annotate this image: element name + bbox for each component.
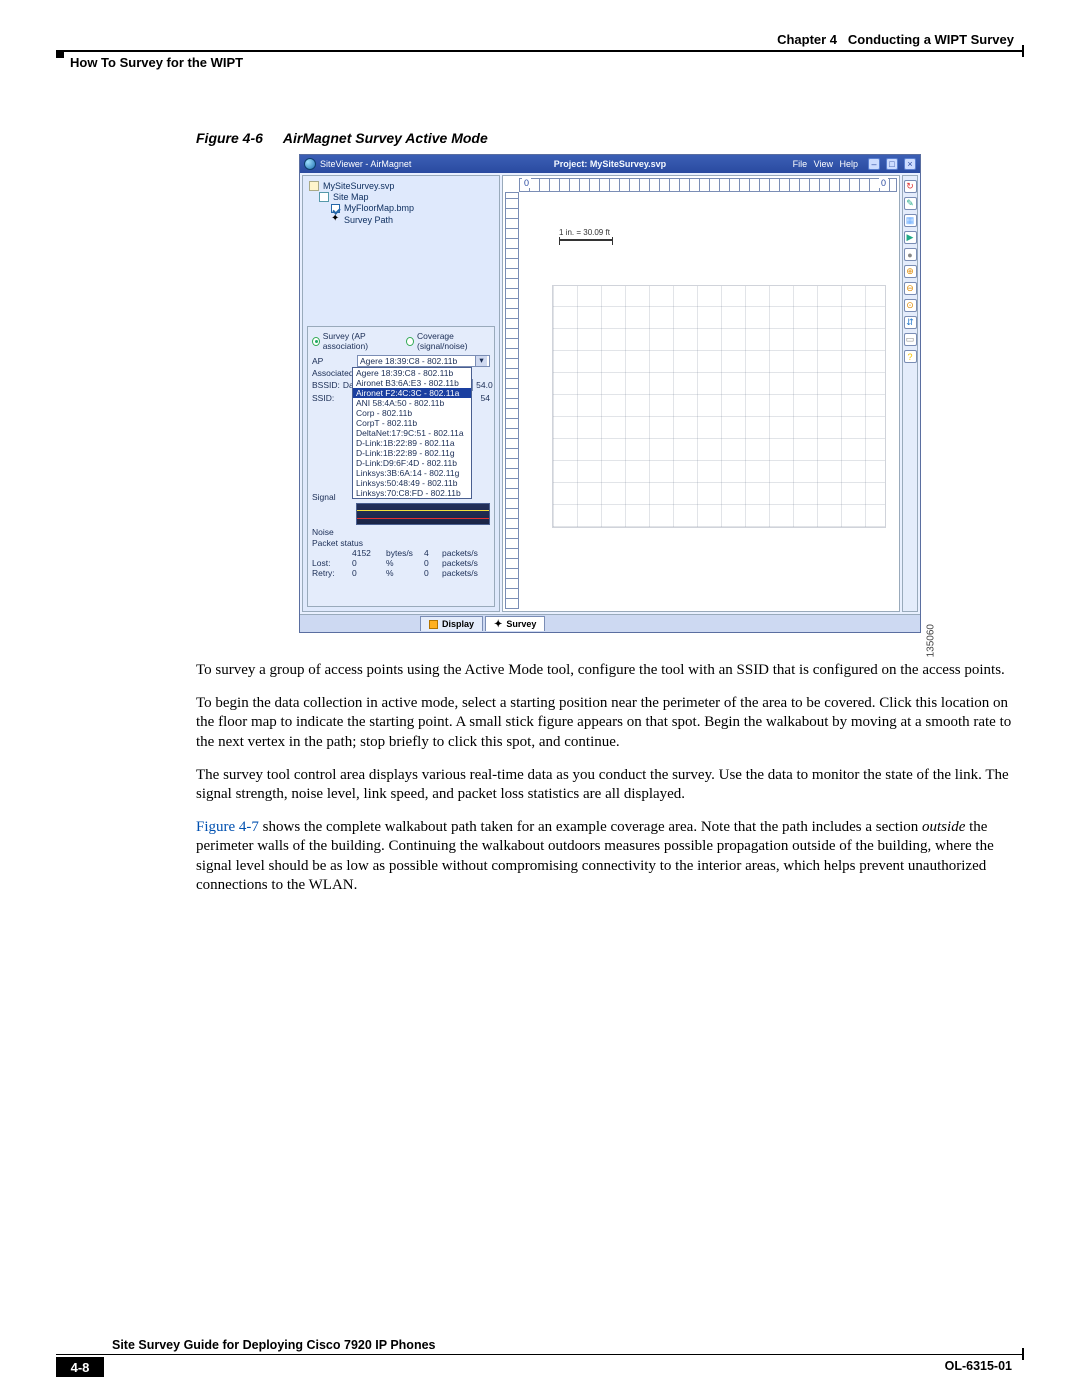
- tab-bar: Display ✦Survey: [300, 614, 920, 632]
- checked-icon: [331, 204, 340, 213]
- radio-coverage[interactable]: Coverage (signal/noise): [406, 331, 490, 351]
- dropdown-option[interactable]: D-Link:1B:22:89 - 802.11a: [353, 438, 471, 448]
- packet-stats: 4152bytes/s4packets/s Lost:0%0packets/s …: [312, 548, 490, 578]
- figure-caption: Figure 4-6AirMagnet Survey Active Mode: [196, 130, 1024, 146]
- ap-label: AP: [312, 356, 354, 366]
- dropdown-option[interactable]: Aironet B3:6A:E3 - 802.11b: [353, 378, 471, 388]
- file-icon: [309, 181, 319, 191]
- dropdown-option[interactable]: DeltaNet:17:9C:51 - 802.11a: [353, 428, 471, 438]
- footer-rule: [56, 1354, 1024, 1356]
- footer-tick: [1022, 1348, 1024, 1360]
- signal-chart: [356, 503, 490, 525]
- app-titlebar: SiteViewer - AirMagnet Project: MySiteSu…: [300, 155, 920, 173]
- paragraph-4: Figure 4-7 shows the complete walkabout …: [196, 818, 1024, 895]
- dropdown-option[interactable]: D-Link:1B:22:89 - 802.11g: [353, 448, 471, 458]
- right-toolbar: ↻ ✎ ▦ ▶ ● ⊕ ⊖ ⊙ ⇵ ▭?: [902, 175, 918, 612]
- tool-button[interactable]: ↻: [904, 180, 917, 193]
- header-marker: [56, 50, 64, 58]
- footer-docid: OL-6315-01: [945, 1359, 1012, 1373]
- survey-icon: ✦: [494, 619, 502, 630]
- tool-button[interactable]: ⊕: [904, 265, 917, 278]
- header-chapter: Chapter 4 Conducting a WIPT Survey: [777, 32, 1014, 47]
- radio-survey[interactable]: Survey (AP association): [312, 331, 396, 351]
- tool-button[interactable]: ✎: [904, 197, 917, 210]
- floor-canvas[interactable]: 0 0 1 in. = 30.09 ft: [502, 175, 900, 612]
- tool-button[interactable]: ▦: [904, 214, 917, 227]
- paragraph-1: To survey a group of access points using…: [196, 661, 1024, 680]
- tab-survey[interactable]: ✦Survey: [485, 616, 545, 631]
- close-button[interactable]: ×: [904, 158, 916, 170]
- minimize-button[interactable]: –: [868, 158, 880, 170]
- signal-label: Signal: [312, 492, 354, 502]
- dropdown-option[interactable]: Linksys:3B:6A:14 - 802.11g: [353, 468, 471, 478]
- dropdown-option[interactable]: D-Link:D9:6F:4D - 802.11b: [353, 458, 471, 468]
- header-tick: [1022, 45, 1024, 57]
- tool-button[interactable]: ?: [904, 350, 917, 363]
- tool-button[interactable]: ▭: [904, 333, 917, 346]
- header-rule: [56, 50, 1024, 52]
- tool-button[interactable]: ⊖: [904, 282, 917, 295]
- project-tree[interactable]: MySiteSurvey.svp Site Map MyFloorMap.bmp…: [303, 176, 499, 230]
- paragraph-3: The survey tool control area displays va…: [196, 766, 1024, 804]
- app-title: SiteViewer - AirMagnet: [320, 159, 411, 169]
- dropdown-option[interactable]: Agere 18:39:C8 - 802.11b: [353, 368, 471, 378]
- bssid-val: 54.0: [476, 380, 493, 390]
- scale-indicator: 1 in. = 30.09 ft: [559, 228, 613, 241]
- ruler-horizontal: 0 0: [519, 178, 897, 192]
- header-section: How To Survey for the WIPT: [70, 55, 243, 70]
- paragraph-2: To begin the data collection in active m…: [196, 694, 1024, 752]
- dropdown-option[interactable]: Corp - 802.11b: [353, 408, 471, 418]
- footer-book-title: Site Survey Guide for Deploying Cisco 79…: [112, 1338, 435, 1352]
- ruler-vertical: [505, 192, 519, 609]
- noise-label: Noise: [312, 527, 354, 537]
- person-icon: ✦: [331, 214, 340, 225]
- menu-bar[interactable]: File View Help: [793, 159, 862, 169]
- survey-controls: Survey (AP association) Coverage (signal…: [307, 326, 495, 607]
- dropdown-option[interactable]: CorpT - 802.11b: [353, 418, 471, 428]
- tab-display[interactable]: Display: [420, 616, 483, 631]
- assoc-label: Associated:: [312, 368, 354, 378]
- figure-4-7-link[interactable]: Figure 4-7: [196, 819, 259, 835]
- tool-button[interactable]: ⇵: [904, 316, 917, 329]
- bssid-label: BSSID:: [312, 380, 340, 390]
- ap-dropdown[interactable]: Agere 18:39:C8 - 802.11b▾: [357, 355, 490, 367]
- page-number: 4-8: [56, 1357, 104, 1377]
- tool-button[interactable]: ●: [904, 248, 917, 261]
- dropdown-option[interactable]: Aironet F2:4C:3C - 802.11a: [353, 388, 471, 398]
- ap-dropdown-list[interactable]: Agere 18:39:C8 - 802.11bAironet B3:6A:E3…: [352, 367, 472, 499]
- image-number: 135060: [925, 624, 936, 657]
- display-icon: [429, 620, 438, 629]
- airmagnet-screenshot: SiteViewer - AirMagnet Project: MySiteSu…: [299, 154, 921, 633]
- ssid-label: SSID:: [312, 393, 349, 403]
- map-icon: [319, 192, 329, 202]
- dropdown-option[interactable]: Linksys:70:C8:FD - 802.11b: [353, 488, 471, 498]
- chevron-down-icon: ▾: [475, 356, 487, 366]
- tool-button[interactable]: ⊙: [904, 299, 917, 312]
- dropdown-option[interactable]: Linksys:50:48:49 - 802.11b: [353, 478, 471, 488]
- floor-plan: [553, 286, 885, 527]
- project-title: Project: MySiteSurvey.svp: [554, 159, 666, 169]
- left-pane: MySiteSurvey.svp Site Map MyFloorMap.bmp…: [302, 175, 500, 612]
- tool-button[interactable]: ▶: [904, 231, 917, 244]
- dropdown-option[interactable]: ANI 58:4A:50 - 802.11b: [353, 398, 471, 408]
- maximize-button[interactable]: □: [886, 158, 898, 170]
- app-icon: [304, 158, 316, 170]
- packet-status-label: Packet status: [312, 538, 490, 548]
